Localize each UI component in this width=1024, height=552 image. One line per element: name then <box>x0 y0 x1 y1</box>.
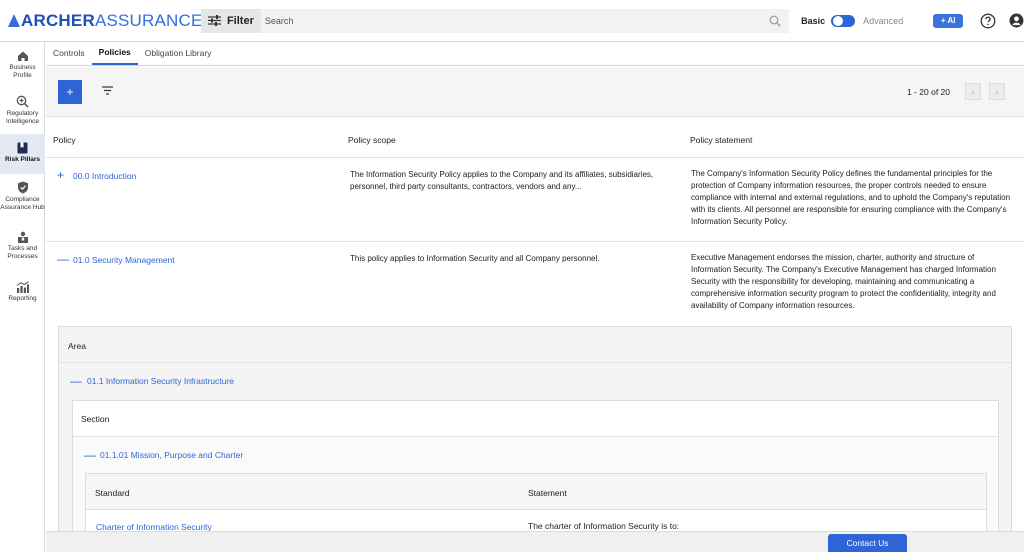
bookmark-icon <box>17 142 28 154</box>
policy-scope: This policy applies to Information Secur… <box>350 254 600 263</box>
column-header-scope[interactable]: Policy scope <box>348 135 396 145</box>
left-nav: Business Profile Regulatory Intelligence… <box>0 42 45 552</box>
standard-statement: The charter of Information Security is t… <box>528 521 680 531</box>
chevron-left-icon: ‹ <box>971 86 975 97</box>
area-row: — 01.1 Information Security Infrastructu… <box>59 363 1011 399</box>
search-icon[interactable] <box>769 15 781 27</box>
nav-label: Tasks and Processes <box>7 245 38 260</box>
app-root: ARCHERASSURANCE AI Filter Basic Advanced… <box>0 0 1024 552</box>
chart-icon <box>16 281 29 293</box>
brand-name: ARCHERASSURANCE AI <box>21 11 223 31</box>
nav-reporting[interactable]: Reporting <box>0 278 45 308</box>
list-toolbar: + 1 - 20 of 20 ‹ › <box>46 67 1024 117</box>
area-link[interactable]: 01.1 Information Security Infrastructure <box>87 376 234 386</box>
nav-label: Risk Pillars <box>4 156 41 163</box>
section-link[interactable]: 01.1.01 Mission, Purpose and Charter <box>100 450 243 460</box>
expand-icon[interactable]: + <box>57 169 64 181</box>
table-row: + 00.0 Introduction The Information Secu… <box>46 158 1024 242</box>
section-panel: Section — 01.1.01 Mission, Purpose and C… <box>72 400 999 552</box>
tab-obligation-library[interactable]: Obligation Library <box>138 41 219 65</box>
policy-statement: Executive Management endorses the missio… <box>691 253 996 310</box>
nav-label: Reporting <box>8 295 37 302</box>
toggle-advanced-label[interactable]: Advanced <box>863 16 903 26</box>
contact-us-button[interactable]: Contact Us <box>828 534 907 552</box>
search-bar <box>260 8 790 33</box>
standard-header: Standard Statement <box>86 474 986 510</box>
mode-switch[interactable] <box>831 14 856 27</box>
table-row: — 01.0 Security Management This policy a… <box>46 242 1024 326</box>
tasks-icon <box>17 231 28 243</box>
add-policy-button[interactable]: + <box>58 80 82 104</box>
nav-label: Compliance Assurance Hub <box>0 196 45 211</box>
nav-label: Regulatory Intelligence <box>6 110 39 125</box>
help-icon[interactable] <box>980 13 996 29</box>
top-bar: ARCHERASSURANCE AI Filter Basic Advanced… <box>0 0 1024 42</box>
shield-check-icon <box>17 181 28 194</box>
pagination-range: 1 - 20 of 20 <box>907 87 951 97</box>
column-header-policy[interactable]: Policy <box>53 135 76 145</box>
area-column-header: Area <box>68 341 86 351</box>
brand-logo[interactable]: ARCHERASSURANCE AI <box>8 0 223 42</box>
column-header-statement[interactable]: Policy statement <box>690 135 752 145</box>
zoom-in-icon <box>16 95 29 108</box>
collapse-icon[interactable]: — <box>84 448 96 462</box>
nav-regulatory-intelligence[interactable]: Regulatory Intelligence <box>0 92 45 134</box>
section-column-header: Section <box>81 414 110 424</box>
filter-list-icon[interactable] <box>102 86 113 95</box>
prev-page-button[interactable]: ‹ <box>965 83 981 100</box>
filter-label: Filter <box>226 14 254 27</box>
user-icon[interactable] <box>1009 13 1024 28</box>
nav-compliance-assurance-hub[interactable]: Compliance Assurance Hub <box>0 180 45 226</box>
section-row: — 01.1.01 Mission, Purpose and Charter <box>73 437 998 473</box>
next-page-button[interactable]: › <box>989 83 1005 100</box>
toggle-basic-label[interactable]: Basic <box>801 16 825 26</box>
policy-statement: The Company's Information Security Polic… <box>691 169 1011 226</box>
chevron-right-icon: › <box>995 86 999 97</box>
tab-policies[interactable]: Policies <box>91 41 138 65</box>
home-icon <box>17 51 28 61</box>
collapse-icon[interactable]: — <box>70 374 82 388</box>
tab-controls[interactable]: Controls <box>46 41 92 65</box>
ai-button[interactable]: + AI <box>933 13 964 28</box>
policy-link[interactable]: 01.0 Security Management <box>73 254 175 266</box>
sliders-icon <box>207 15 221 26</box>
section-header: Section <box>73 401 998 437</box>
filter-button[interactable]: Filter <box>201 8 261 33</box>
nav-label: Business Profile <box>9 64 36 79</box>
statement-column-header: Statement <box>528 488 567 498</box>
collapse-icon[interactable]: — <box>57 253 69 265</box>
nav-risk-pillars[interactable]: Risk Pillars <box>0 134 45 174</box>
nav-tasks-and-processes[interactable]: Tasks and Processes <box>0 228 45 266</box>
policy-scope: The Information Security Policy applies … <box>350 170 654 191</box>
brand-name-part1: ARCHER <box>21 10 95 30</box>
policy-table-header: Policy Policy scope Policy statement <box>46 122 1024 158</box>
nav-business-profile[interactable]: Business Profile <box>0 46 45 88</box>
search-input[interactable] <box>260 8 761 33</box>
area-panel: Area — 01.1 Information Security Infrast… <box>58 326 1012 552</box>
mode-switch-knob <box>833 15 844 26</box>
tab-bar: Controls Policies Obligation Library <box>46 42 1024 66</box>
logo-triangle-icon <box>8 14 20 27</box>
area-header: Area <box>59 327 1011 363</box>
mode-toggle: Basic Advanced <box>801 14 903 27</box>
policy-link[interactable]: 00.0 Introduction <box>73 170 136 182</box>
standard-column-header: Standard <box>95 488 130 498</box>
